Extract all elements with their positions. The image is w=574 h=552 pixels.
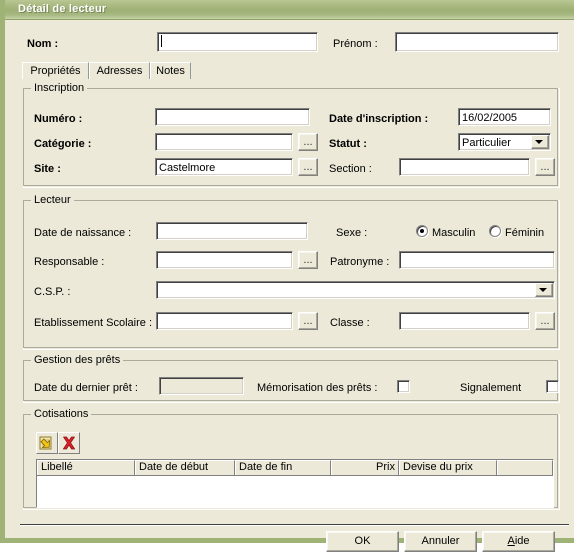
classe-input[interactable] <box>399 312 530 330</box>
classe-label: Classe : <box>330 317 370 329</box>
categorie-label: Catégorie : <box>34 138 92 150</box>
radio-masculin[interactable] <box>416 225 428 237</box>
site-input[interactable]: Castelmore <box>155 158 293 176</box>
tab-proprietes[interactable]: Propriétés <box>22 62 89 79</box>
numero-label: Numéro : <box>34 113 83 125</box>
responsable-label: Responsable : <box>34 256 105 268</box>
responsable-input[interactable] <box>156 251 293 269</box>
etablissement-browse-button[interactable]: ... <box>298 312 318 330</box>
date-inscription-label: Date d'inscription : <box>329 113 429 125</box>
group-inscription-caption: Inscription <box>31 82 88 94</box>
chevron-down-icon[interactable] <box>531 135 549 149</box>
footer-separator <box>20 524 569 526</box>
signalement-label: Signalement <box>460 382 522 394</box>
memorisation-prets-label: Mémorisation des prêts : <box>257 382 378 394</box>
chevron-down-icon[interactable] <box>535 283 553 297</box>
dialog-client-area: Nom : Prénom : Propriétés Adresses Notes… <box>10 20 574 552</box>
section-label: Section : <box>329 163 372 175</box>
dialog-window: Détail de lecteur Nom : Prénom : Proprié… <box>0 0 574 552</box>
group-gestion-prets-caption: Gestion des prêts <box>31 354 124 366</box>
site-label: Site : <box>34 163 61 175</box>
radio-feminin[interactable] <box>489 225 501 237</box>
help-button-mnemonic: A <box>507 535 515 547</box>
group-lecteur-caption: Lecteur <box>31 194 74 206</box>
prenom-input[interactable] <box>395 32 559 52</box>
cancel-button[interactable]: Annuler <box>404 531 477 552</box>
categorie-input[interactable] <box>155 133 293 151</box>
sexe-label: Sexe : <box>336 227 368 239</box>
statut-combo[interactable]: Particulier <box>458 133 551 151</box>
radio-masculin-label[interactable]: Masculin <box>432 226 475 240</box>
signalement-checkbox[interactable] <box>546 380 559 393</box>
csp-label: C.S.P. : <box>34 286 71 298</box>
date-naissance-label: Date de naissance : <box>34 227 132 239</box>
responsable-browse-button[interactable]: ... <box>298 251 318 269</box>
group-cotisations-caption: Cotisations <box>31 408 92 420</box>
statut-combo-value: Particulier <box>462 137 511 149</box>
cotisations-grid-header: Libellé Date de début Date de fin Prix Devis… <box>37 460 553 476</box>
delete-cotisation-button[interactable] <box>58 432 80 454</box>
cotisations-grid[interactable]: Libellé Date de début Date de fin Prix Devis… <box>36 459 554 508</box>
section-input[interactable] <box>399 158 530 176</box>
date-naissance-input[interactable] <box>156 222 308 240</box>
renew-cotisation-button[interactable] <box>36 432 58 454</box>
section-browse-button[interactable]: ... <box>535 158 555 176</box>
nom-label: Nom : <box>27 38 59 50</box>
patronyme-label: Patronyme : <box>330 256 390 268</box>
categorie-browse-button[interactable]: ... <box>298 133 318 151</box>
numero-input[interactable] <box>155 108 310 126</box>
nom-input[interactable] <box>157 32 318 52</box>
statut-label: Statut : <box>329 138 367 150</box>
cotisations-column-header[interactable]: Libellé <box>37 460 135 475</box>
memorisation-prets-checkbox[interactable] <box>397 380 410 393</box>
csp-combo[interactable] <box>156 281 555 299</box>
prenom-label: Prénom : <box>333 38 378 50</box>
radio-feminin-label[interactable]: Féminin <box>505 226 544 240</box>
cotisations-column-header[interactable]: Prix <box>331 460 399 475</box>
cotisations-column-header[interactable] <box>497 460 553 475</box>
ok-button[interactable]: OK <box>326 531 399 552</box>
window-title: Détail de lecteur <box>18 3 107 15</box>
cotisations-column-header[interactable]: Date de fin <box>235 460 331 475</box>
tab-notes[interactable]: Notes <box>150 62 191 79</box>
patronyme-input[interactable] <box>399 251 555 269</box>
tab-adresses[interactable]: Adresses <box>89 62 150 79</box>
classe-browse-button[interactable]: ... <box>535 312 555 330</box>
date-dernier-pret-input <box>159 377 244 395</box>
date-inscription-input[interactable]: 16/02/2005 <box>458 108 551 126</box>
help-button-rest: ide <box>514 535 530 547</box>
etablissement-label: Etablissement Scolaire : <box>34 317 152 329</box>
cotisations-column-header[interactable]: Devise du prix <box>399 460 497 475</box>
cotisations-column-header[interactable]: Date de début <box>135 460 235 475</box>
delete-icon <box>62 436 76 450</box>
cotisations-grid-body[interactable] <box>37 476 553 507</box>
site-browse-button[interactable]: ... <box>298 158 318 176</box>
renew-icon <box>39 436 52 450</box>
date-dernier-pret-label: Date du dernier prêt : <box>34 382 138 394</box>
title-bar[interactable]: Détail de lecteur <box>5 0 574 20</box>
etablissement-input[interactable] <box>156 312 293 330</box>
help-button[interactable]: Aide <box>482 531 555 552</box>
